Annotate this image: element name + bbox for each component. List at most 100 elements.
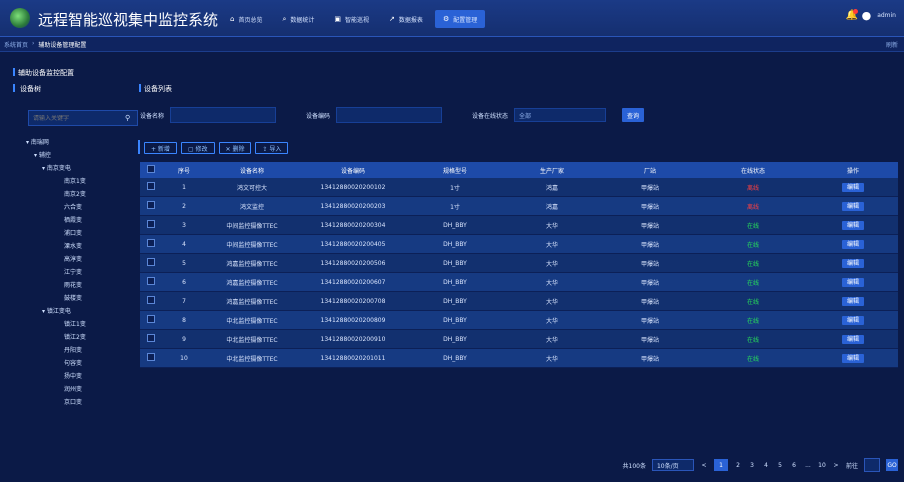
edit-button[interactable]: 编辑 [841, 182, 864, 192]
tree-node[interactable]: 高淳变 [18, 253, 136, 266]
table-row[interactable]: 4 中间监控摄像TTEC 13412880020200405 DH_BBY 大华 甲爆站在… [140, 234, 898, 254]
edit-button[interactable]: 编辑 [841, 315, 864, 325]
tree-node[interactable]: 南京2变 [18, 188, 136, 201]
cell-no: 7 [162, 291, 206, 311]
tree-node[interactable]: 南京1变 [18, 175, 136, 188]
cell-model: DH_BBY [408, 310, 502, 330]
cell-model: DH_BBY [408, 291, 502, 311]
go-button[interactable]: GO [886, 459, 898, 471]
tree-node[interactable]: 溧水变 [18, 240, 136, 253]
breadcrumb-item[interactable]: 辅助设备管理配置 [38, 40, 86, 49]
table-row[interactable]: 5 鸿嘉监控摄像TTEC 13412880020200506 DH_BBY 大华 甲爆站在… [140, 253, 898, 273]
tree-node[interactable]: ▾ 镇江变电 [18, 305, 136, 318]
cell-code: 13412880020200304 [298, 215, 408, 235]
jump-page-input[interactable] [864, 458, 880, 472]
row-checkbox[interactable] [147, 296, 155, 304]
table-row[interactable]: 8 中北监控摄像TTEC 13412880020200809 DH_BBY 大华 甲爆站在… [140, 310, 898, 330]
refresh-button[interactable]: 刷新 [886, 40, 898, 49]
tree-node[interactable]: 润州变 [18, 383, 136, 396]
row-checkbox[interactable] [147, 277, 155, 285]
edit-button[interactable]: 编辑 [841, 296, 864, 306]
edit-button[interactable]: 编辑 [841, 239, 864, 249]
row-checkbox[interactable] [147, 220, 155, 228]
action-button-0[interactable]: + 新增 [144, 142, 177, 154]
select-all-checkbox[interactable] [147, 165, 155, 173]
tree-node[interactable]: 句容变 [18, 357, 136, 370]
device-code-input[interactable] [336, 107, 443, 123]
row-checkbox[interactable] [147, 201, 155, 209]
device-name-input[interactable] [170, 107, 277, 123]
table-row[interactable]: 1 鸿文可控大 13412880020200102 1寸 鸿嘉 甲爆站 离线 编辑 [140, 178, 898, 197]
row-checkbox[interactable] [147, 315, 155, 323]
action-button-3[interactable]: ⇪ 导入 [255, 142, 289, 154]
page-number[interactable]: 10 [818, 459, 826, 471]
edit-button[interactable]: 编辑 [841, 220, 864, 230]
table-row[interactable]: 9 中北监控摄像TTEC 13412880020200910 DH_BBY 大华 甲爆站在… [140, 329, 898, 349]
tree-node[interactable]: 镇江1变 [18, 318, 136, 331]
tree-node[interactable]: ▾ 南瑞网 [18, 136, 136, 149]
table-row[interactable]: 2 鸿文监控 13412880020200203 1寸 鸿嘉 甲爆站 离线 编辑 [140, 196, 898, 216]
user-avatar-icon[interactable]: ● [862, 9, 872, 22]
tree-node[interactable]: 鼓楼变 [18, 292, 136, 305]
tree-node[interactable]: 扬中变 [18, 370, 136, 383]
tree-node[interactable]: ▾ 南京变电 [18, 162, 136, 175]
cell-op: 编辑 [808, 178, 898, 197]
cell-maker: 大华 [502, 272, 602, 292]
page-number[interactable]: 2 [734, 459, 742, 471]
row-checkbox[interactable] [147, 353, 155, 361]
table-row[interactable]: 6 鸿嘉监控摄像TTEC 13412880020200607 DH_BBY 大华 甲爆站在… [140, 272, 898, 292]
page-number[interactable]: 1 [713, 459, 728, 471]
action-button-1[interactable]: ▢ 修改 [180, 142, 215, 154]
row-checkbox[interactable] [147, 334, 155, 342]
table-header-row: 序号 设备名称 设备编码 规格型号 生产厂家 厂站 在线状态 操作 [140, 162, 898, 178]
search-icon[interactable]: ⚲ [125, 114, 130, 122]
tree-node[interactable]: 六合变 [18, 201, 136, 214]
username[interactable]: admin [877, 12, 896, 19]
online-status-select[interactable]: 全部 [514, 108, 607, 122]
cell-maker: 鸿嘉 [502, 196, 602, 216]
tree-node[interactable]: 浦口变 [18, 227, 136, 240]
row-checkbox[interactable] [147, 182, 155, 190]
row-checkbox[interactable] [147, 258, 155, 266]
edit-button[interactable]: 编辑 [841, 353, 864, 363]
nav-item-0[interactable]: ⌂ 首页总览 [222, 10, 270, 28]
tree-node[interactable]: 京口变 [18, 396, 136, 409]
nav-item-3[interactable]: ↗ 数据报表 [381, 10, 431, 28]
cell-station: 甲爆站 [602, 272, 698, 292]
tree-node[interactable]: ▾ 辅控 [18, 149, 136, 162]
notification-bell-icon[interactable]: 🔔 [846, 8, 858, 22]
edit-button[interactable]: 编辑 [841, 277, 864, 287]
tree-node[interactable]: 丹阳变 [18, 344, 136, 357]
cell-no: 2 [162, 196, 206, 216]
tree-node[interactable]: 江宁变 [18, 266, 136, 279]
tree-node[interactable]: 雨花变 [18, 279, 136, 292]
action-button-2[interactable]: ✕ 删除 [218, 142, 252, 154]
table-row[interactable]: 7 鸿嘉监控摄像TTEC 13412880020200708 DH_BBY 大华 甲爆站在… [140, 291, 898, 311]
page-size-select[interactable]: 10条/页 [651, 459, 694, 471]
row-checkbox[interactable] [147, 239, 155, 247]
page-number[interactable]: 4 [762, 459, 770, 471]
edit-button[interactable]: 编辑 [841, 258, 864, 268]
page-number[interactable]: 6 [790, 459, 798, 471]
search-icon: ⌕ [282, 14, 287, 23]
edit-button[interactable]: 编辑 [841, 334, 864, 344]
breadcrumb-item[interactable]: 系统首页 [4, 40, 28, 49]
nav-item-4[interactable]: ⚙ 配置管理 [434, 10, 486, 28]
nav-item-2[interactable]: ▣ 智能巡视 [326, 10, 377, 28]
tree-search-input[interactable] [33, 114, 121, 122]
page-number[interactable]: ... [804, 459, 812, 471]
tree-node[interactable]: 栖霞变 [18, 214, 136, 227]
page-number[interactable]: 3 [748, 459, 756, 471]
prev-page-button[interactable]: < [700, 459, 708, 471]
next-page-button[interactable]: > [832, 459, 840, 471]
tree-node[interactable]: 镇江2变 [18, 331, 136, 344]
column-header: 设备名称 [206, 162, 298, 178]
nav-item-1[interactable]: ⌕ 数据统计 [274, 10, 322, 28]
edit-button[interactable]: 编辑 [841, 201, 864, 211]
page-number[interactable]: 5 [776, 459, 784, 471]
table-row[interactable]: 3 中间监控摄像TTEC 13412880020200304 DH_BBY 大华 甲爆站在… [140, 215, 898, 235]
table-row[interactable]: 10 中北监控摄像TTEC 13412880020201011 DH_BBY 大华 甲爆站… [140, 348, 898, 368]
cell-maker: 大华 [502, 348, 602, 368]
search-button[interactable]: 查询 [622, 108, 645, 122]
app-logo-icon [10, 8, 30, 28]
